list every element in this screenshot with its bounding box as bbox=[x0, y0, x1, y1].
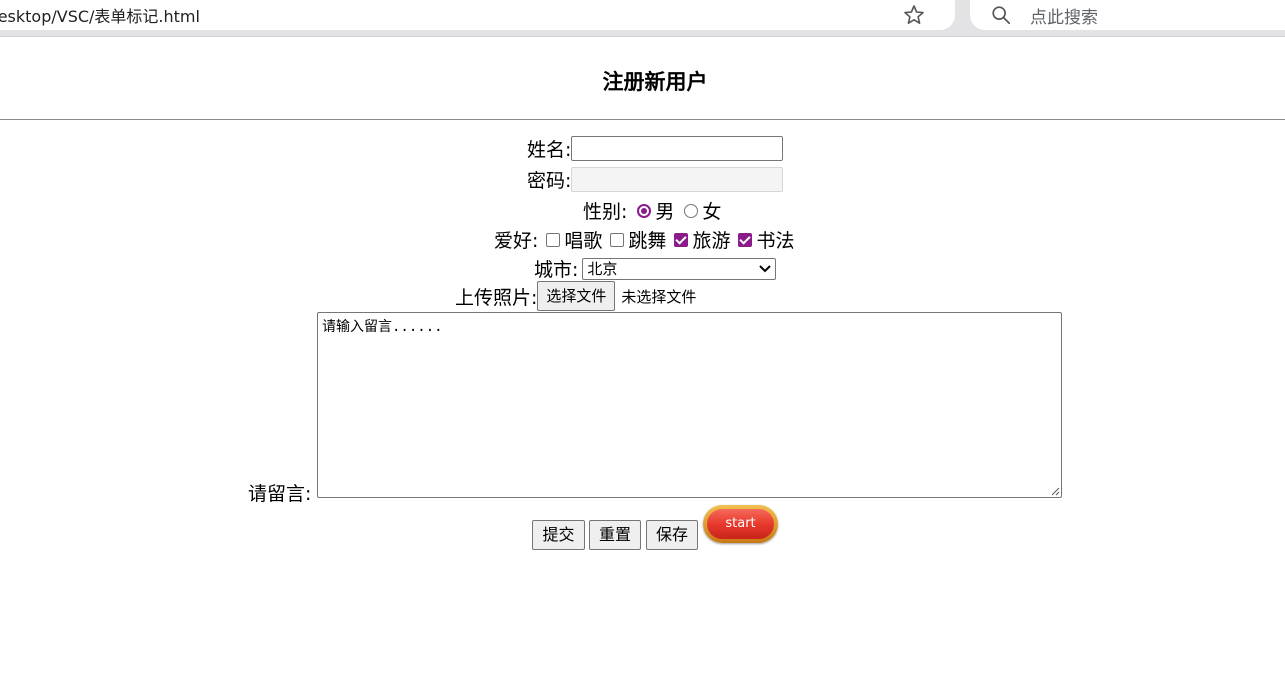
name-row: 姓名: bbox=[527, 135, 784, 162]
browser-search-box[interactable]: 点此搜索 bbox=[970, 0, 1285, 30]
name-label: 姓名: bbox=[527, 139, 572, 161]
gender-label-female: 女 bbox=[702, 201, 722, 223]
hobby-label-dance: 跳舞 bbox=[628, 230, 667, 252]
save-button[interactable]: 保存 bbox=[646, 520, 698, 550]
city-selected-value: 北京 bbox=[587, 259, 618, 278]
hobby-label: 爱好: bbox=[494, 230, 539, 252]
bookmark-star-icon[interactable] bbox=[902, 3, 926, 27]
address-bar[interactable]: /Desktop/VSC/表单标记.html bbox=[0, 0, 955, 30]
gender-row: 性别: 男 女 bbox=[583, 197, 721, 224]
gender-label-male: 男 bbox=[655, 201, 675, 223]
address-text[interactable]: /Desktop/VSC/表单标记.html bbox=[0, 3, 200, 27]
city-label: 城市: bbox=[534, 259, 579, 281]
start-image-button[interactable]: start bbox=[703, 505, 778, 543]
choose-file-button[interactable]: 选择文件 bbox=[537, 281, 616, 311]
submit-button[interactable]: 提交 bbox=[532, 520, 585, 550]
start-button-label: start bbox=[707, 509, 774, 539]
gender-label: 性别: bbox=[583, 201, 628, 223]
hobby-row: 爱好: 唱歌 跳舞 旅游 书法 bbox=[494, 226, 794, 253]
password-input[interactable] bbox=[571, 167, 784, 192]
photo-label: 上传照片: bbox=[455, 286, 538, 309]
reset-button[interactable]: 重置 bbox=[589, 520, 641, 550]
message-label: 请留言: bbox=[248, 483, 312, 505]
hobby-label-travel: 旅游 bbox=[692, 230, 731, 252]
gender-radio-male[interactable] bbox=[637, 203, 652, 218]
city-row: 城市: 北京 bbox=[534, 255, 777, 282]
hobby-checkbox-dance[interactable] bbox=[610, 232, 625, 247]
hobby-checkbox-travel[interactable] bbox=[674, 232, 689, 247]
search-placeholder[interactable]: 点此搜索 bbox=[1030, 3, 1098, 28]
hobby-checkbox-calligraphy[interactable] bbox=[738, 232, 753, 247]
file-status: 未选择文件 bbox=[621, 287, 697, 306]
message-textarea[interactable]: 请输入留言...... bbox=[317, 312, 1062, 498]
chevron-down-icon bbox=[759, 264, 772, 272]
photo-row: 上传照片: 选择文件 未选择文件 bbox=[455, 281, 696, 311]
resize-handle-icon[interactable] bbox=[1050, 486, 1060, 496]
name-input[interactable] bbox=[571, 136, 784, 161]
city-select[interactable]: 北京 bbox=[582, 257, 777, 280]
search-icon[interactable] bbox=[990, 4, 1012, 26]
gender-radio-female[interactable] bbox=[684, 203, 699, 218]
hobby-label-calligraphy: 书法 bbox=[756, 230, 795, 252]
hobby-label-sing: 唱歌 bbox=[564, 230, 603, 252]
page-title: 注册新用户 bbox=[602, 70, 708, 94]
horizontal-rule bbox=[0, 119, 1285, 120]
message-text[interactable]: 请输入留言...... bbox=[322, 316, 443, 336]
browser-toolbar: /Desktop/VSC/表单标记.html 点此搜索 bbox=[0, 0, 1285, 37]
password-label: 密码: bbox=[527, 170, 572, 192]
hobby-checkbox-sing[interactable] bbox=[546, 232, 561, 247]
message-label-row: 请留言: bbox=[248, 479, 311, 506]
password-row: 密码: bbox=[527, 166, 784, 193]
